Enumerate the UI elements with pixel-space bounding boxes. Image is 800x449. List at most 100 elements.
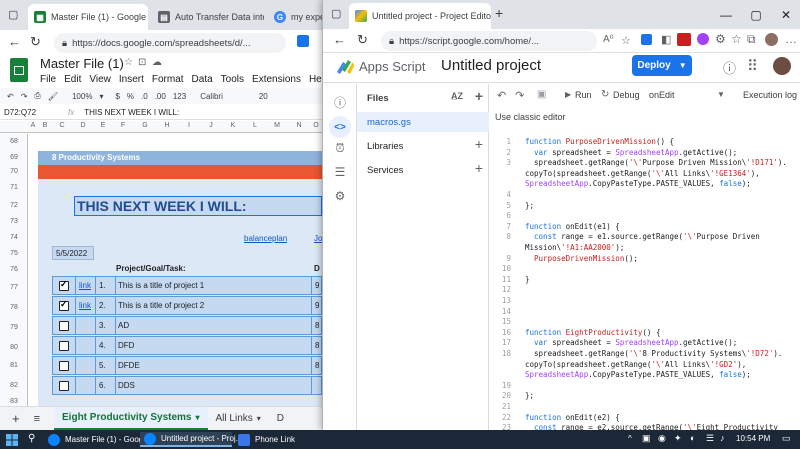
notification-icon[interactable]: ▭ bbox=[782, 433, 791, 444]
document-title[interactable]: Master File (1) bbox=[40, 56, 124, 71]
debug-button[interactable]: Debug bbox=[613, 90, 640, 100]
task-title[interactable]: DFD bbox=[118, 341, 134, 350]
code-line[interactable]: function PurposeDrivenMission() { bbox=[525, 137, 797, 146]
tray-app-icon[interactable]: ✦ bbox=[674, 433, 682, 444]
profile-avatar[interactable] bbox=[765, 33, 778, 46]
partial-link[interactable]: Jo bbox=[314, 234, 322, 243]
task-checkbox[interactable] bbox=[59, 321, 69, 331]
currency-format-button[interactable]: $ bbox=[115, 92, 119, 101]
execution-log-button[interactable]: Execution log bbox=[743, 90, 797, 100]
menu-help[interactable]: Help bbox=[309, 74, 322, 85]
task-title[interactable]: This is a title of project 1 bbox=[118, 281, 204, 290]
row-header[interactable]: 73 bbox=[0, 218, 28, 225]
taskbar-item-phone-link[interactable]: Phone Link bbox=[234, 432, 295, 447]
code-line[interactable]: const range = e2.source.getRange('\'Eigh… bbox=[525, 423, 797, 430]
code-line[interactable]: spreadsheet.getRange('\'Purpose Driven M… bbox=[525, 158, 797, 167]
redo-icon[interactable]: ↷ bbox=[21, 92, 28, 101]
menu-edit[interactable]: Edit bbox=[64, 74, 81, 85]
back-arrow-icon[interactable]: ← bbox=[8, 34, 21, 49]
sheet-tab-eight-productivity[interactable]: Eight Productivity Systems ▾ bbox=[54, 406, 208, 430]
code-line[interactable]: Mission\'!A1:AA2000'); bbox=[525, 243, 797, 252]
taskbar-item-sheets[interactable]: Master File (1) - Goog... bbox=[44, 432, 150, 447]
code-line[interactable]: copyTo(spreadsheet.getRange('\'All Links… bbox=[525, 169, 797, 178]
task-title[interactable]: DDS bbox=[118, 381, 135, 390]
url-field[interactable]: 🔒︎ https://script.google.com/home/... bbox=[381, 31, 597, 51]
tray-chevron-up-icon[interactable]: ^ bbox=[628, 434, 632, 443]
volume-icon[interactable]: ♪ bbox=[720, 433, 725, 443]
date-cell[interactable]: 5/5/2022 bbox=[52, 246, 94, 260]
more-menu-icon[interactable]: … bbox=[785, 32, 797, 46]
new-tab-icon[interactable]: + bbox=[495, 5, 503, 21]
code-line[interactable]: }; bbox=[525, 391, 797, 400]
favorites-bar-icon[interactable]: ☆ bbox=[731, 32, 742, 46]
menu-tools[interactable]: Tools bbox=[221, 74, 244, 85]
add-service-icon[interactable]: + bbox=[475, 160, 483, 176]
undo-icon[interactable]: ↶ bbox=[497, 89, 506, 102]
add-sheet-button[interactable]: + bbox=[12, 411, 20, 426]
column-header[interactable]: L bbox=[244, 122, 266, 129]
function-select[interactable]: onEdit bbox=[649, 90, 675, 100]
font-size-select[interactable]: 20 bbox=[259, 92, 268, 101]
font-select[interactable]: Calibri bbox=[200, 92, 223, 101]
puzzle-extensions-icon[interactable]: ⚙ bbox=[715, 32, 726, 46]
executions-list-icon[interactable]: ☰ bbox=[332, 164, 348, 180]
sheet-tab-all-links[interactable]: All Links ▾ bbox=[208, 407, 269, 431]
code-line[interactable]: } bbox=[525, 275, 797, 284]
row-header[interactable]: 70 bbox=[0, 168, 28, 175]
menu-format[interactable]: Format bbox=[152, 74, 184, 85]
code-editor[interactable]: 1 function PurposeDrivenMission() {2 var … bbox=[489, 135, 800, 430]
triggers-clock-icon[interactable]: ⏰︎ bbox=[332, 140, 348, 156]
maximize-icon[interactable]: ▢ bbox=[741, 0, 771, 29]
code-line[interactable]: function EightProductivity() { bbox=[525, 328, 797, 337]
task-link[interactable]: link bbox=[79, 281, 91, 290]
more-formats-button[interactable]: 123 bbox=[173, 92, 186, 101]
task-checkbox[interactable] bbox=[59, 341, 69, 351]
browser-tab-my-expert[interactable]: G my expert bbox=[268, 4, 322, 30]
zoom-select[interactable]: 100% bbox=[72, 92, 92, 101]
paint-format-icon[interactable]: 🖌︎ bbox=[48, 92, 58, 101]
services-section[interactable]: Services + bbox=[357, 160, 489, 180]
row-header[interactable]: 74 bbox=[0, 234, 28, 241]
code-line[interactable]: var spreadsheet = SpreadsheetApp.getActi… bbox=[525, 338, 797, 347]
menu-extensions[interactable]: Extensions bbox=[252, 74, 301, 85]
refresh-icon[interactable]: ↻ bbox=[357, 32, 368, 48]
menu-file[interactable]: File bbox=[40, 74, 56, 85]
name-box[interactable]: D72:Q72 bbox=[4, 108, 52, 117]
week-header-cell[interactable]: THIS NEXT WEEK I WILL: bbox=[74, 196, 322, 216]
menu-insert[interactable]: Insert bbox=[119, 74, 144, 85]
column-header[interactable]: G bbox=[134, 122, 156, 129]
deploy-button[interactable]: Deploy ▼ bbox=[632, 55, 692, 76]
add-file-icon[interactable]: + bbox=[475, 88, 483, 104]
row-header[interactable]: 82 bbox=[0, 382, 28, 389]
balanceplan-link[interactable]: balanceplan bbox=[244, 234, 287, 243]
sort-az-icon[interactable]: A̲Z bbox=[451, 91, 463, 101]
task-title[interactable]: AD bbox=[118, 321, 129, 330]
decrease-decimal-button[interactable]: .0 bbox=[141, 92, 148, 101]
code-line[interactable]: spreadsheet.getRange('\'8 Productivity S… bbox=[525, 349, 797, 358]
editor-code-icon[interactable]: <> bbox=[329, 116, 351, 138]
use-classic-editor-link[interactable]: Use classic editor bbox=[495, 112, 566, 122]
file-item-macros[interactable]: macros.gs bbox=[357, 112, 489, 132]
redo-icon[interactable]: ↷ bbox=[515, 89, 524, 102]
url-field[interactable]: 🔒︎ https://docs.google.com/spreadsheets/… bbox=[54, 33, 286, 53]
run-button[interactable]: Run bbox=[575, 90, 592, 100]
code-line[interactable]: function onEdit(e1) { bbox=[525, 222, 797, 231]
code-line[interactable]: copyTo(spreadsheet.getRange('\'All Links… bbox=[525, 360, 797, 369]
account-avatar[interactable] bbox=[773, 57, 791, 75]
row-header[interactable]: 80 bbox=[0, 344, 28, 351]
clock-time[interactable]: 10:54 PM bbox=[736, 434, 770, 443]
column-header[interactable]: M bbox=[266, 122, 288, 129]
task-checkbox[interactable] bbox=[59, 381, 69, 391]
extension-download-icon[interactable] bbox=[641, 34, 652, 45]
star-icon[interactable]: ☆ bbox=[124, 57, 133, 68]
sheet-tab-d[interactable]: D bbox=[269, 407, 292, 431]
extension-circle-icon[interactable] bbox=[697, 33, 709, 45]
column-header[interactable]: I bbox=[178, 122, 200, 129]
column-header[interactable]: D bbox=[72, 122, 94, 129]
row-header[interactable]: 68 bbox=[0, 138, 28, 145]
tab-actions-icon[interactable]: ▢ bbox=[8, 8, 18, 21]
tray-app-icon[interactable]: ◐ bbox=[690, 433, 695, 443]
settings-gear-icon[interactable]: ⚙ bbox=[332, 188, 348, 204]
code-line[interactable]: }; bbox=[525, 201, 797, 210]
tab-actions-icon[interactable]: ▢ bbox=[331, 7, 341, 20]
